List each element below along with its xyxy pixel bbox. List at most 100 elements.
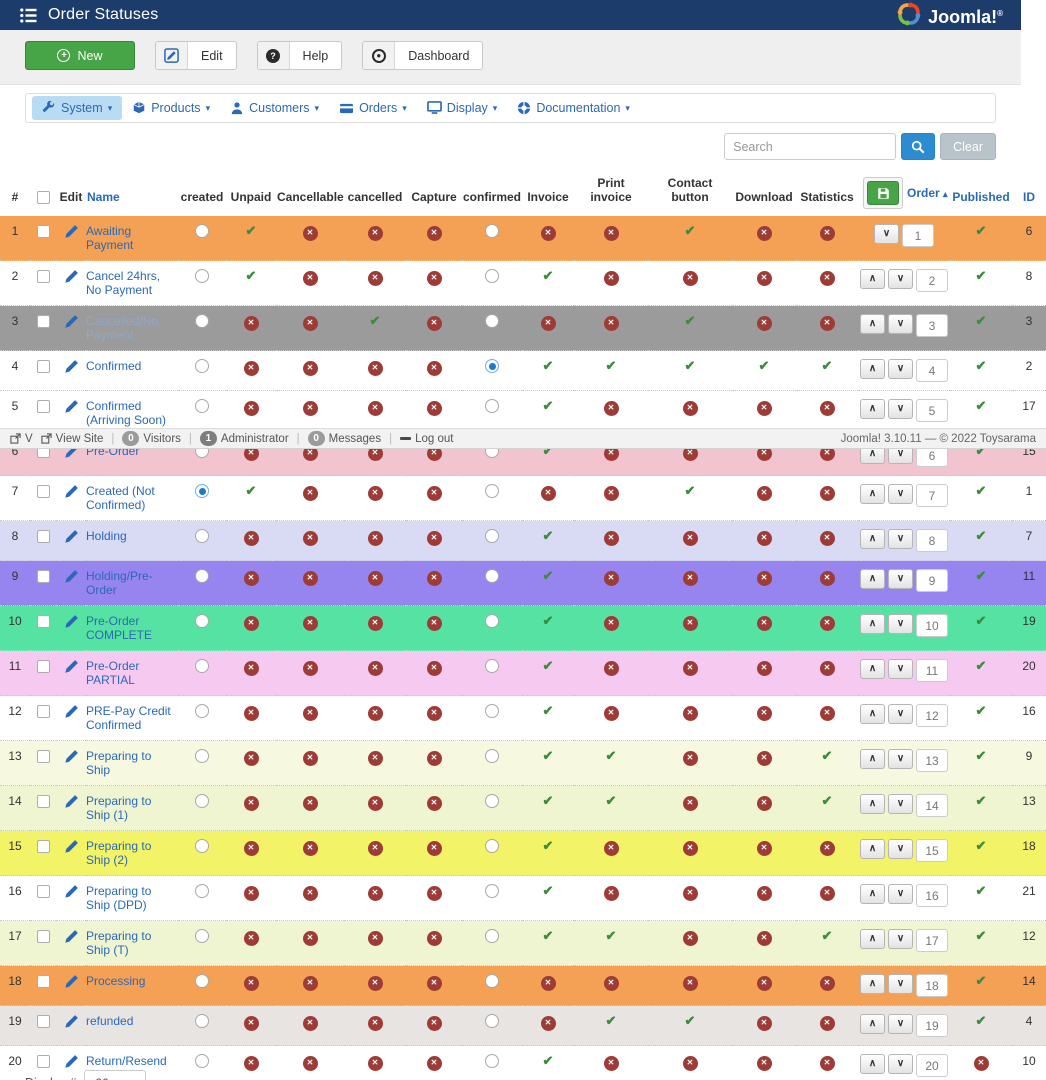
- order-up-button[interactable]: ∧: [860, 1054, 885, 1074]
- status-name-link[interactable]: Preparing to Ship (2): [86, 839, 176, 867]
- download-icon[interactable]: ✕: [757, 1056, 772, 1071]
- status-name-link[interactable]: Pre-Order PARTIAL: [86, 659, 176, 687]
- row-checkbox[interactable]: [37, 400, 50, 413]
- confirmed-radio[interactable]: [485, 314, 499, 328]
- download-icon[interactable]: ✕: [757, 616, 772, 631]
- order-up-button[interactable]: ∧: [860, 484, 885, 504]
- status-name-link[interactable]: Preparing to Ship: [86, 749, 176, 777]
- menu-item-display[interactable]: Display▾: [417, 96, 508, 120]
- order-up-button[interactable]: ∧: [860, 529, 885, 549]
- cancellable-icon[interactable]: ✕: [303, 616, 318, 631]
- created-radio[interactable]: [195, 884, 209, 898]
- search-input[interactable]: [724, 133, 896, 160]
- capture-icon[interactable]: ✕: [427, 1016, 442, 1031]
- capture-icon[interactable]: ✕: [427, 661, 442, 676]
- order-up-button[interactable]: ∧: [860, 399, 885, 419]
- status-name-link[interactable]: Confirmed: [86, 359, 141, 373]
- print-invoice-icon[interactable]: ✔: [606, 793, 617, 808]
- order-up-button[interactable]: ∧: [860, 929, 885, 949]
- clear-button[interactable]: Clear: [940, 133, 996, 160]
- print-invoice-icon[interactable]: ✕: [604, 706, 619, 721]
- order-up-button[interactable]: ∧: [860, 974, 885, 994]
- download-icon[interactable]: ✕: [757, 706, 772, 721]
- order-down-button[interactable]: ∨: [888, 484, 913, 504]
- dashboard-button[interactable]: ● Dashboard: [362, 41, 483, 70]
- unpaid-icon[interactable]: ✕: [244, 661, 259, 676]
- contact-button-icon[interactable]: ✕: [683, 931, 698, 946]
- invoice-icon[interactable]: ✕: [541, 976, 556, 991]
- order-up-button[interactable]: ∧: [860, 749, 885, 769]
- download-icon[interactable]: ✕: [757, 316, 772, 331]
- published-icon[interactable]: ✔: [976, 223, 987, 238]
- download-icon[interactable]: ✕: [757, 271, 772, 286]
- download-icon[interactable]: ✕: [757, 226, 772, 241]
- order-input[interactable]: [916, 884, 948, 907]
- created-radio[interactable]: [195, 269, 209, 283]
- invoice-icon[interactable]: ✔: [543, 358, 554, 373]
- contact-button-icon[interactable]: ✔: [685, 358, 696, 373]
- cancellable-icon[interactable]: ✕: [303, 661, 318, 676]
- order-input[interactable]: [916, 929, 948, 952]
- confirmed-radio[interactable]: [485, 1054, 499, 1068]
- print-invoice-icon[interactable]: ✕: [604, 401, 619, 416]
- statistics-icon[interactable]: ✕: [820, 1016, 835, 1031]
- statistics-icon[interactable]: ✕: [820, 706, 835, 721]
- contact-button-icon[interactable]: ✕: [683, 401, 698, 416]
- confirmed-radio[interactable]: [485, 974, 499, 988]
- order-down-button[interactable]: ∨: [888, 749, 913, 769]
- invoice-icon[interactable]: ✔: [543, 613, 554, 628]
- contact-button-icon[interactable]: ✕: [683, 616, 698, 631]
- row-checkbox[interactable]: [37, 360, 50, 373]
- unpaid-icon[interactable]: ✕: [244, 976, 259, 991]
- published-icon[interactable]: ✔: [976, 883, 987, 898]
- edit-button[interactable]: [64, 659, 79, 677]
- print-invoice-icon[interactable]: ✕: [604, 226, 619, 241]
- order-up-button[interactable]: ∧: [860, 614, 885, 634]
- cancelled-icon[interactable]: ✕: [368, 841, 383, 856]
- invoice-icon[interactable]: ✔: [543, 658, 554, 673]
- contact-button-icon[interactable]: ✔: [685, 483, 696, 498]
- row-checkbox[interactable]: [37, 930, 50, 943]
- invoice-icon[interactable]: ✔: [543, 398, 554, 413]
- messages-link[interactable]: 0 Messages: [308, 431, 381, 446]
- statistics-icon[interactable]: ✕: [820, 531, 835, 546]
- order-up-button[interactable]: ∧: [860, 359, 885, 379]
- published-icon[interactable]: ✔: [976, 973, 987, 988]
- menu-item-orders[interactable]: Orders▾: [329, 96, 417, 120]
- order-down-button[interactable]: ∨: [888, 569, 913, 589]
- cancelled-icon[interactable]: ✕: [368, 616, 383, 631]
- menu-toggle-icon[interactable]: [16, 5, 40, 25]
- order-down-button[interactable]: ∨: [874, 224, 899, 244]
- capture-icon[interactable]: ✕: [427, 751, 442, 766]
- capture-icon[interactable]: ✕: [427, 361, 442, 376]
- statistics-icon[interactable]: ✔: [822, 358, 833, 373]
- cancelled-icon[interactable]: ✕: [368, 1056, 383, 1071]
- capture-icon[interactable]: ✕: [427, 886, 442, 901]
- statistics-icon[interactable]: ✕: [820, 616, 835, 631]
- capture-icon[interactable]: ✕: [427, 1056, 442, 1071]
- contact-button-icon[interactable]: ✕: [683, 841, 698, 856]
- created-radio[interactable]: [195, 1014, 209, 1028]
- status-name-link[interactable]: Confirmed (Arriving Soon): [86, 399, 176, 427]
- invoice-icon[interactable]: ✔: [543, 883, 554, 898]
- print-invoice-icon[interactable]: ✔: [606, 748, 617, 763]
- capture-icon[interactable]: ✕: [427, 531, 442, 546]
- print-invoice-icon[interactable]: ✕: [604, 486, 619, 501]
- row-checkbox[interactable]: [37, 615, 50, 628]
- visitors-link[interactable]: 0 Visitors: [122, 431, 181, 446]
- row-checkbox[interactable]: [37, 270, 50, 283]
- status-name-link[interactable]: Preparing to Ship (1): [86, 794, 176, 822]
- download-icon[interactable]: ✕: [757, 571, 772, 586]
- contact-button-icon[interactable]: ✕: [683, 271, 698, 286]
- confirmed-radio[interactable]: [485, 269, 499, 283]
- contact-button-icon[interactable]: ✔: [685, 1013, 696, 1028]
- capture-icon[interactable]: ✕: [427, 226, 442, 241]
- statistics-icon[interactable]: ✕: [820, 841, 835, 856]
- invoice-icon[interactable]: ✕: [541, 316, 556, 331]
- cancelled-icon[interactable]: ✕: [368, 486, 383, 501]
- header-published-sort[interactable]: Published: [950, 172, 1012, 216]
- created-radio[interactable]: [195, 399, 209, 413]
- download-icon[interactable]: ✕: [757, 751, 772, 766]
- status-name-link[interactable]: refunded: [86, 1014, 133, 1028]
- contact-button-icon[interactable]: ✕: [683, 531, 698, 546]
